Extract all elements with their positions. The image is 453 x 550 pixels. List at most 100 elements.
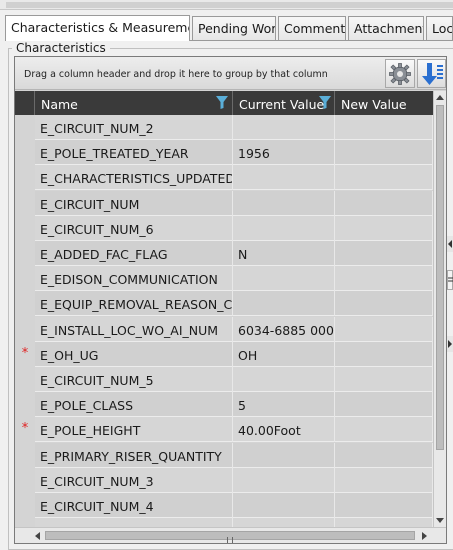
cell-new-value[interactable] — [335, 215, 433, 241]
table-row[interactable]: E_CHARACTERISTICS_UPDATED_BY — [15, 165, 433, 191]
cell-current-value — [233, 165, 335, 191]
edge-arrow-left[interactable] — [447, 236, 453, 252]
tab-bar: Characteristics & Measurements Pending W… — [5, 15, 453, 41]
top-scrollbar-thumb[interactable] — [6, 2, 453, 8]
table-row[interactable]: E_EQUIP_REMOVAL_REASON_CODE — [15, 291, 433, 317]
cell-current-value: N — [233, 241, 335, 266]
cell-name: E_INSTALL_LOC_WO_AI_NUM — [35, 316, 233, 342]
cell-new-value[interactable] — [335, 165, 433, 191]
cell-new-value[interactable] — [335, 417, 433, 443]
required-marker — [15, 392, 35, 418]
cell-current-value — [233, 493, 335, 518]
table-row[interactable]: E_PRIMARY_RISER_QUANTITY — [15, 442, 433, 468]
cell-name: E_EQUIP_REMOVAL_REASON_CODE — [35, 291, 233, 317]
tab-loc[interactable]: Loc — [426, 16, 453, 40]
edge-splitter[interactable] — [447, 270, 453, 290]
top-scrollbar[interactable] — [0, 0, 453, 10]
groupbox-title: Characteristics — [12, 41, 110, 55]
group-by-hint: Drag a column header and drop it here to… — [24, 69, 328, 80]
cell-new-value[interactable] — [335, 467, 433, 493]
horizontal-scrollbar[interactable] — [15, 527, 446, 543]
table-row[interactable]: E_EDISON_COMMUNICATION — [15, 266, 433, 292]
scroll-up-arrow-icon[interactable] — [436, 95, 444, 100]
cell-name: E_EDISON_COMMUNICATION — [35, 266, 233, 292]
cell-name: E_CIRCUIT_NUM — [35, 190, 233, 216]
cell-name: E_CIRCUIT_NUM_2 — [35, 115, 233, 140]
edge-arrow-right[interactable] — [447, 336, 453, 352]
table-row[interactable]: E_CIRCUIT_NUM_4 — [15, 493, 433, 518]
filter-icon[interactable] — [216, 96, 228, 109]
header-indicator — [15, 91, 35, 115]
cell-current-value — [233, 367, 335, 392]
cell-new-value[interactable] — [335, 518, 433, 527]
table-row[interactable]: E_POLE_CLASS 5 — [15, 392, 433, 418]
table-row[interactable]: E_CIRCUIT_NUM_6 — [15, 215, 433, 241]
cell-current-value: 1956 — [233, 140, 335, 166]
cell-new-value[interactable] — [335, 493, 433, 518]
table-row[interactable]: E_ADDED_FAC_FLAG N — [15, 241, 433, 266]
sort-button[interactable] — [417, 59, 446, 88]
cell-new-value[interactable] — [335, 341, 433, 367]
cell-current-value — [233, 518, 335, 527]
table-row[interactable]: E_CIRCUIT_NUM_3 — [15, 467, 433, 493]
tab-attachments[interactable]: Attachments — [348, 16, 424, 40]
cell-name: E_CIRCUIT_NUM_3 — [35, 467, 233, 493]
settings-button[interactable] — [385, 59, 415, 88]
cell-new-value[interactable] — [335, 241, 433, 266]
cell-name: E_CIRCUIT_NUM_5 — [35, 367, 233, 392]
table-row[interactable]: E_CIRCUIT_NUM — [15, 190, 433, 216]
required-marker — [15, 493, 35, 518]
cell-current-value — [233, 215, 335, 241]
filter-icon[interactable] — [319, 96, 331, 109]
cell-new-value[interactable] — [335, 367, 433, 392]
gear-icon — [386, 63, 414, 90]
table-row[interactable]: E_REMOVAL_DATE — [15, 518, 433, 527]
cell-new-value[interactable] — [335, 442, 433, 468]
table-row[interactable]: E_CIRCUIT_NUM_2 — [15, 115, 433, 140]
column-header-name[interactable]: Name — [35, 91, 233, 115]
cell-new-value[interactable] — [335, 291, 433, 317]
cell-new-value[interactable] — [335, 392, 433, 418]
required-marker — [15, 442, 35, 468]
table-row[interactable]: * E_POLE_HEIGHT 40.00Foot — [15, 417, 433, 443]
group-by-panel[interactable]: Drag a column header and drop it here to… — [15, 57, 446, 90]
tab-pending-work[interactable]: Pending Work — [192, 16, 276, 40]
required-marker: * — [15, 417, 35, 443]
required-marker — [15, 115, 35, 140]
cell-new-value[interactable] — [335, 115, 433, 140]
table-row[interactable]: E_CIRCUIT_NUM_5 — [15, 367, 433, 392]
scroll-right-arrow-icon[interactable] — [422, 532, 427, 540]
tab-characteristics-measurements[interactable]: Characteristics & Measurements — [5, 15, 190, 41]
vertical-scroll-thumb[interactable] — [436, 105, 444, 450]
vertical-scrollbar[interactable] — [433, 91, 446, 527]
cell-name: E_CIRCUIT_NUM_6 — [35, 215, 233, 241]
required-marker — [15, 241, 35, 266]
cell-current-value: 6034-6885 00000 — [233, 316, 335, 342]
column-header-new-value[interactable]: New Value — [335, 91, 433, 115]
column-new-value-label: New Value — [341, 97, 407, 112]
cell-current-value: OH — [233, 341, 335, 367]
cell-new-value[interactable] — [335, 316, 433, 342]
horizontal-scroll-thumb[interactable] — [45, 531, 415, 543]
cell-new-value[interactable] — [335, 266, 433, 292]
cell-name: E_CHARACTERISTICS_UPDATED_BY — [35, 165, 233, 191]
required-marker — [15, 140, 35, 166]
required-marker — [15, 215, 35, 241]
tab-comments[interactable]: Comments — [278, 16, 346, 40]
cell-new-value[interactable] — [335, 190, 433, 216]
table-row[interactable]: E_POLE_TREATED_YEAR 1956 — [15, 140, 433, 166]
cell-name: E_CIRCUIT_NUM_4 — [35, 493, 233, 518]
column-name-label: Name — [41, 97, 78, 112]
scroll-left-arrow-icon[interactable] — [35, 532, 40, 540]
cell-current-value: 5 — [233, 392, 335, 418]
cell-new-value[interactable] — [335, 140, 433, 166]
required-marker — [15, 291, 35, 317]
cell-name: E_REMOVAL_DATE — [35, 518, 233, 527]
cell-current-value — [233, 115, 335, 140]
table-row[interactable]: * E_OH_UG OH — [15, 341, 433, 367]
scroll-down-arrow-icon[interactable] — [436, 518, 444, 523]
sort-down-icon — [418, 63, 445, 90]
required-marker — [15, 190, 35, 216]
table-row[interactable]: E_INSTALL_LOC_WO_AI_NUM6034-6885 00000 — [15, 316, 433, 342]
characteristics-grid: Drag a column header and drop it here to… — [14, 56, 447, 544]
